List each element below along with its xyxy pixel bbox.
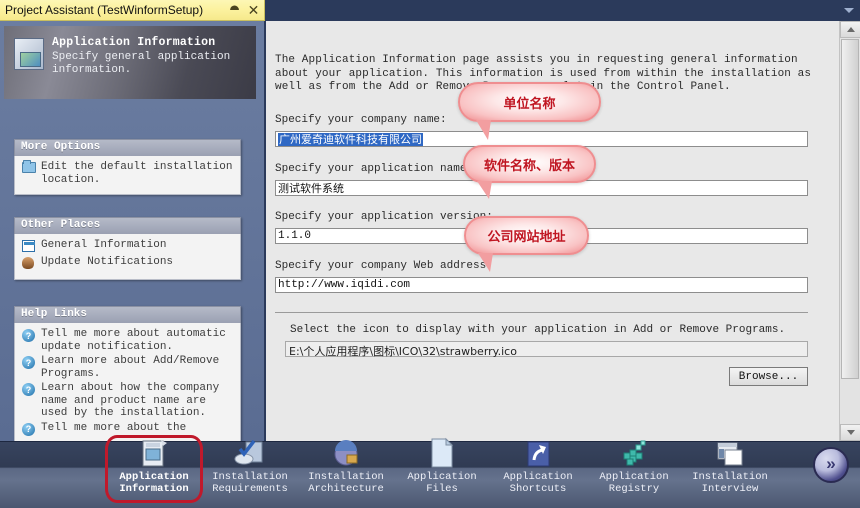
sidebar-item-label: Tell me more about the (41, 421, 187, 434)
taskbar-item-application-information[interactable]: Application Information (102, 435, 206, 495)
callout-company-name: 单位名称 (458, 82, 601, 140)
sidebar-item-label: Learn about how the company name and pro… (41, 382, 220, 419)
person-icon (22, 257, 37, 271)
taskbar-item-label: Installation (692, 471, 768, 483)
taskbar-item-label: Registry (608, 483, 660, 495)
scroll-up-arrow[interactable] (840, 21, 860, 38)
application-registry-icon (582, 435, 686, 469)
sidebar: Application Information Specify general … (0, 21, 265, 443)
company-web-address-input[interactable]: http://www.iqidi.com (275, 277, 808, 293)
help-link-company-product-name[interactable]: ? Learn about how the company name and p… (21, 382, 234, 420)
taskbar-item-installation-requirements[interactable]: Installation Requirements (198, 435, 302, 495)
scrollbar-thumb[interactable] (841, 39, 859, 379)
company-name-label: Specify your company name: (275, 114, 447, 126)
taskbar-item-label: Architecture (308, 483, 384, 495)
sidebar-group-title: Help Links (14, 306, 241, 323)
taskbar-item-application-registry[interactable]: Application Registry (582, 435, 686, 495)
sidebar-item-label: Edit the default installation location. (41, 161, 233, 186)
help-icon: ? (22, 422, 37, 437)
calendar-icon (22, 240, 37, 254)
forward-arrow-icon[interactable]: » (813, 447, 849, 483)
application-window: Project Assistant (TestWinformSetup) ⯊ ✕… (0, 0, 860, 508)
sidebar-item-label: Update Notifications (41, 256, 174, 268)
sidebar-group-title: Other Places (14, 217, 241, 234)
callout-tail (477, 181, 492, 199)
taskbar-item-installation-interview[interactable]: Installation Interview (678, 435, 782, 495)
application-information-icon (14, 38, 46, 72)
taskbar-item-label: Application (503, 471, 573, 483)
window-titlebar: Project Assistant (TestWinformSetup) ⯊ ✕ (0, 0, 265, 21)
callout-text: 公司网站地址 (464, 216, 589, 255)
help-link-update-notification[interactable]: ? Tell me more about automatic update no… (21, 328, 234, 353)
page-header-banner: Application Information Specify general … (4, 26, 256, 99)
installation-requirements-icon (198, 435, 302, 469)
help-link-add-remove-programs[interactable]: ? Learn more about Add/Remove Programs. (21, 355, 234, 380)
installation-interview-icon (678, 435, 782, 469)
callout-tail (478, 253, 493, 272)
page-subtitle: Specify general application information. (52, 51, 231, 76)
sidebar-item-general-information[interactable]: General Information (21, 239, 234, 254)
callout-application-name-version: 软件名称、版本 (463, 145, 596, 199)
taskbar-item-label: Information (119, 483, 189, 495)
application-name-label: Specify your application name: (275, 163, 474, 175)
callout-text: 软件名称、版本 (463, 145, 596, 183)
installation-architecture-icon (294, 435, 398, 469)
taskbar-item-label: Installation (308, 471, 384, 483)
sidebar-item-update-notifications[interactable]: Update Notifications (21, 256, 234, 271)
taskbar-item-label: Application (407, 471, 477, 483)
help-icon: ? (22, 329, 37, 343)
application-shortcuts-icon (486, 435, 590, 469)
icon-path-input[interactable]: E:\个人应用程序\图标\ICO\32\strawberry.ico (285, 341, 808, 358)
folder-icon (22, 160, 37, 176)
taskbar-item-application-files[interactable]: Application Files (390, 435, 494, 495)
taskbar-item-label: Files (426, 483, 458, 495)
divider (275, 312, 808, 313)
taskbar-item-label: Application (599, 471, 669, 483)
taskbar-item-application-shortcuts[interactable]: Application Shortcuts (486, 435, 590, 495)
sidebar-group-help-links: Help Links ? Tell me more about automati… (14, 306, 241, 443)
sidebar-item-label: General Information (41, 239, 167, 251)
application-files-icon (390, 435, 494, 469)
taskbar-item-label: Requirements (212, 483, 288, 495)
vertical-scrollbar[interactable] (839, 21, 860, 441)
scroll-down-arrow[interactable] (840, 424, 860, 441)
sidebar-group-other-places: Other Places General Information Update … (14, 217, 241, 280)
help-icon: ? (22, 383, 37, 397)
close-icon[interactable]: ✕ (245, 2, 262, 19)
sidebar-group-more-options: More Options Edit the default installati… (14, 139, 241, 195)
company-web-address-label: Specify your company Web address: (275, 260, 493, 272)
callout-tail (476, 120, 491, 140)
icon-section-hint: Select the icon to display with your app… (290, 324, 786, 336)
callout-company-web-address: 公司网站地址 (464, 216, 589, 272)
sidebar-item-label: Learn more about Add/Remove Programs. (41, 355, 220, 380)
taskbar-item-label: Application (119, 471, 189, 483)
taskbar-item-label: Interview (701, 483, 759, 495)
taskbar-item-label: Installation (212, 471, 288, 483)
window-title: Project Assistant (TestWinformSetup) (5, 3, 204, 17)
taskbar-item-label: Shortcuts (509, 483, 567, 495)
sidebar-group-title: More Options (14, 139, 241, 156)
callout-text: 单位名称 (458, 82, 601, 122)
taskbar-item-installation-architecture[interactable]: Installation Architecture (294, 435, 398, 495)
help-icon: ? (22, 356, 37, 370)
browse-button[interactable]: Browse... (729, 367, 808, 386)
application-information-icon (102, 435, 206, 469)
sidebar-item-edit-install-location[interactable]: Edit the default installation location. (21, 160, 234, 186)
page-title: Application Information (52, 36, 216, 49)
chevron-down-icon[interactable] (844, 8, 854, 13)
application-version-label: Specify your application version: (275, 211, 493, 223)
sidebar-item-label: Tell me more about automatic update noti… (41, 328, 226, 353)
pin-icon[interactable]: ⯊ (226, 2, 243, 19)
